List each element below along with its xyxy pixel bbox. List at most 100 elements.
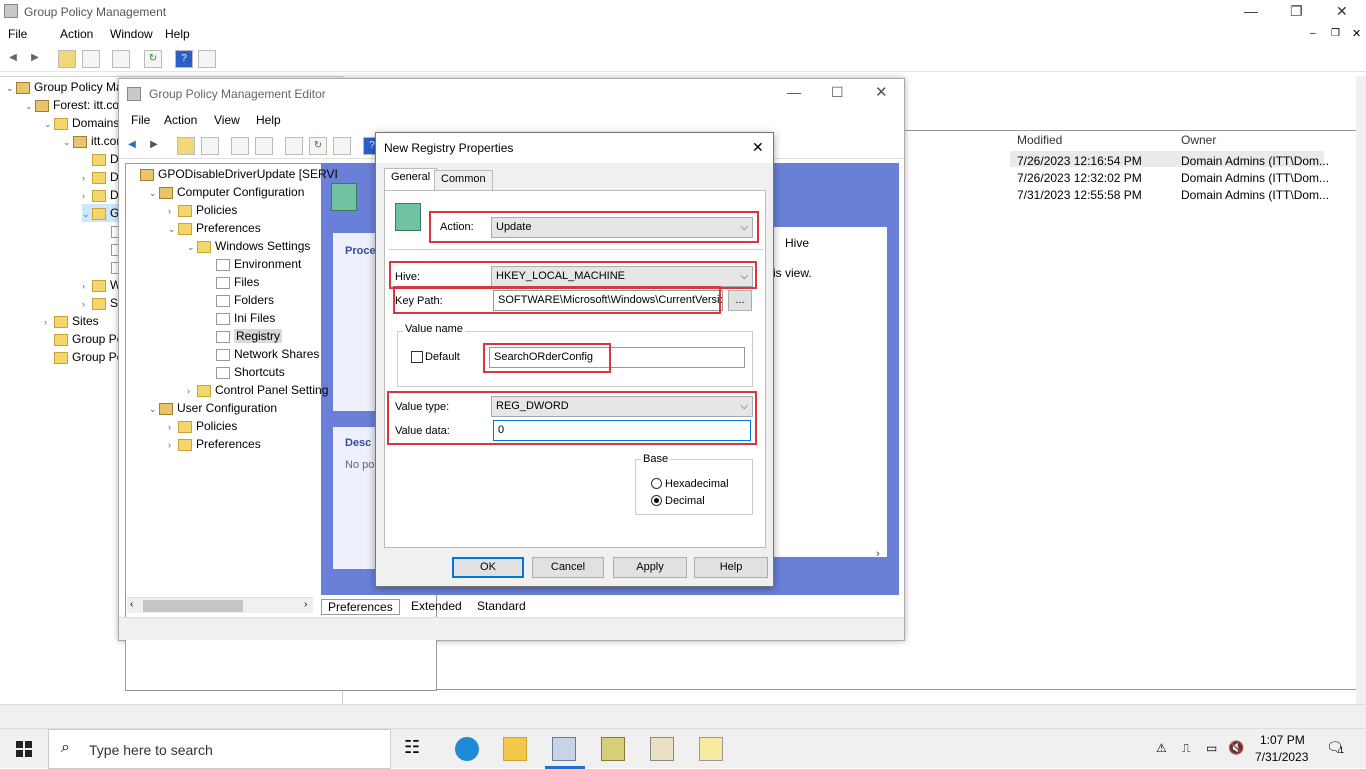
scroll-left-icon[interactable]: ‹ (130, 599, 133, 610)
gpme-menu-help[interactable]: Help (256, 113, 281, 127)
clock-time[interactable]: 1:07 PM (1260, 733, 1305, 747)
gpme-close-icon[interactable]: ✕ (875, 83, 888, 101)
forward-icon[interactable]: ▶ (26, 50, 44, 68)
gpme-tree-item[interactable]: ⌄ Computer Configuration (149, 183, 304, 201)
vertical-scrollbar[interactable] (1356, 76, 1366, 704)
restore-icon[interactable]: ❐ (1290, 3, 1303, 20)
gpm-tree-item[interactable]: Group Poli (44, 330, 129, 348)
expander-icon[interactable]: ⌄ (63, 133, 73, 151)
console-icon[interactable] (198, 50, 216, 68)
expander-icon[interactable]: ⌄ (149, 400, 159, 418)
tab-extended[interactable]: Extended (407, 599, 466, 613)
expander-icon[interactable]: ⌄ (82, 205, 92, 223)
tab-standard[interactable]: Standard (473, 599, 530, 613)
expander-icon[interactable]: › (168, 202, 178, 220)
expander-icon[interactable]: ⌄ (149, 184, 159, 202)
gpme-print-icon[interactable] (285, 137, 303, 155)
gpme-up-icon[interactable] (177, 137, 195, 155)
ok-button[interactable]: OK (452, 557, 524, 578)
cancel-button[interactable]: Cancel (532, 557, 604, 578)
expander-icon[interactable]: › (82, 295, 92, 313)
help-icon[interactable]: ? (175, 50, 193, 68)
gpm-tree-item[interactable]: ⌄ Forest: itt.com (25, 96, 129, 114)
server-manager-icon[interactable] (552, 737, 576, 761)
expander-icon[interactable]: › (187, 382, 197, 400)
tab-preferences[interactable]: Preferences (321, 599, 400, 615)
col-owner[interactable]: Owner (1181, 133, 1216, 147)
scroll-thumb[interactable] (143, 600, 243, 612)
col-modified[interactable]: Modified (1017, 133, 1062, 147)
mdi-minimize-icon[interactable]: – (1310, 28, 1316, 39)
tree-hscrollbar[interactable]: ‹ › (127, 597, 313, 613)
minimize-icon[interactable]: — (1244, 3, 1258, 19)
notepad-icon[interactable] (699, 737, 723, 761)
gpme-export-icon[interactable] (333, 137, 351, 155)
tab-general[interactable]: General (384, 168, 438, 190)
file-explorer-icon[interactable] (503, 737, 527, 761)
gpme-tree-item[interactable]: › Policies (168, 417, 237, 435)
gpme-tree-item[interactable]: ⌄ Preferences (168, 219, 261, 237)
gpme-tree-item[interactable]: Environment (206, 255, 301, 273)
close-icon[interactable]: ✕ (1336, 3, 1348, 20)
gpme-tree-item[interactable]: ⌄ Windows Settings (187, 237, 310, 255)
taskbar-search[interactable]: ⌕ Type here to search (48, 729, 391, 769)
apply-button[interactable]: Apply (613, 557, 687, 578)
gpm-tree-item[interactable]: ⌄ Domains (44, 114, 119, 132)
gpme-tree-item[interactable]: › Control Panel Setting (187, 381, 328, 399)
gpme-tree-icon[interactable] (201, 137, 219, 155)
gpm-taskbar-icon[interactable] (601, 737, 625, 761)
network-warning-icon[interactable]: ⚠ (1156, 741, 1167, 755)
hive-column-header[interactable]: Hive (785, 236, 809, 250)
gpme-maximize-icon[interactable]: ☐ (831, 84, 844, 101)
edge-icon[interactable] (455, 737, 479, 761)
expander-icon[interactable]: › (168, 418, 178, 436)
help-button[interactable]: Help (694, 557, 768, 578)
expander-icon[interactable]: › (82, 277, 92, 295)
gpm-tree-item[interactable]: Group Poli (44, 348, 129, 366)
gpme-forward-icon[interactable]: ▶ (145, 137, 163, 155)
dialog-close-icon[interactable]: ✕ (752, 139, 764, 156)
gpme-taskbar-icon[interactable] (650, 737, 674, 761)
decimal-radio[interactable] (651, 495, 662, 506)
back-icon[interactable]: ◀ (4, 50, 22, 68)
expander-icon[interactable]: ⌄ (187, 238, 197, 256)
gpme-tree-item[interactable]: Registry (206, 327, 283, 345)
gpme-tree-item[interactable]: ⌄ User Configuration (149, 399, 277, 417)
mdi-close-icon[interactable]: ✕ (1352, 27, 1361, 40)
gpme-tree-item[interactable]: › Preferences (168, 435, 261, 453)
menu-help[interactable]: Help (165, 27, 190, 41)
show-hide-tree-icon[interactable] (82, 50, 100, 68)
up-folder-icon[interactable] (58, 50, 76, 68)
gpm-tree-item[interactable]: ⌄ Group Policy Mar (6, 78, 127, 96)
expander-icon[interactable]: ⌄ (44, 115, 54, 133)
gpme-menu-view[interactable]: View (214, 113, 240, 127)
menu-file[interactable]: File (8, 27, 27, 41)
expander-icon[interactable]: › (82, 169, 92, 187)
gpme-tree-item[interactable]: Folders (206, 291, 274, 309)
task-view-icon[interactable]: ☷ (404, 737, 428, 761)
hexadecimal-radio[interactable] (651, 478, 662, 489)
refresh-icon[interactable]: ↻ (144, 50, 162, 68)
gpme-menu-action[interactable]: Action (164, 113, 197, 127)
gpme-tree-item[interactable]: GPODisableDriverUpdate [SERVI (130, 165, 338, 183)
expander-icon[interactable]: ⌄ (25, 97, 35, 115)
gpme-tree-item[interactable]: Shortcuts (206, 363, 285, 381)
speaker-muted-icon[interactable]: 🔇 (1228, 740, 1244, 756)
menu-window[interactable]: Window (110, 27, 153, 41)
scroll-right-icon[interactable]: › (876, 548, 880, 560)
gpme-refresh-icon[interactable]: ↻ (309, 137, 327, 155)
menu-action[interactable]: Action (60, 27, 93, 41)
gpme-copy-icon[interactable] (231, 137, 249, 155)
expander-icon[interactable]: › (168, 436, 178, 454)
gpme-tree-item[interactable]: Ini Files (206, 309, 275, 327)
gpme-tree-item[interactable]: Network Shares (206, 345, 319, 363)
gpm-tree-item[interactable]: › Sites (44, 312, 99, 330)
gpme-paste-icon[interactable] (255, 137, 273, 155)
network-icon[interactable]: ⎍ (1182, 741, 1190, 756)
gpm-tree-item[interactable]: ⌄ itt.com (63, 132, 126, 150)
monitor-icon[interactable]: ▭ (1206, 741, 1217, 755)
expander-icon[interactable]: ⌄ (6, 79, 16, 97)
expander-icon[interactable]: › (44, 313, 54, 331)
properties-icon[interactable] (112, 50, 130, 68)
browse-button[interactable]: ... (728, 290, 752, 311)
